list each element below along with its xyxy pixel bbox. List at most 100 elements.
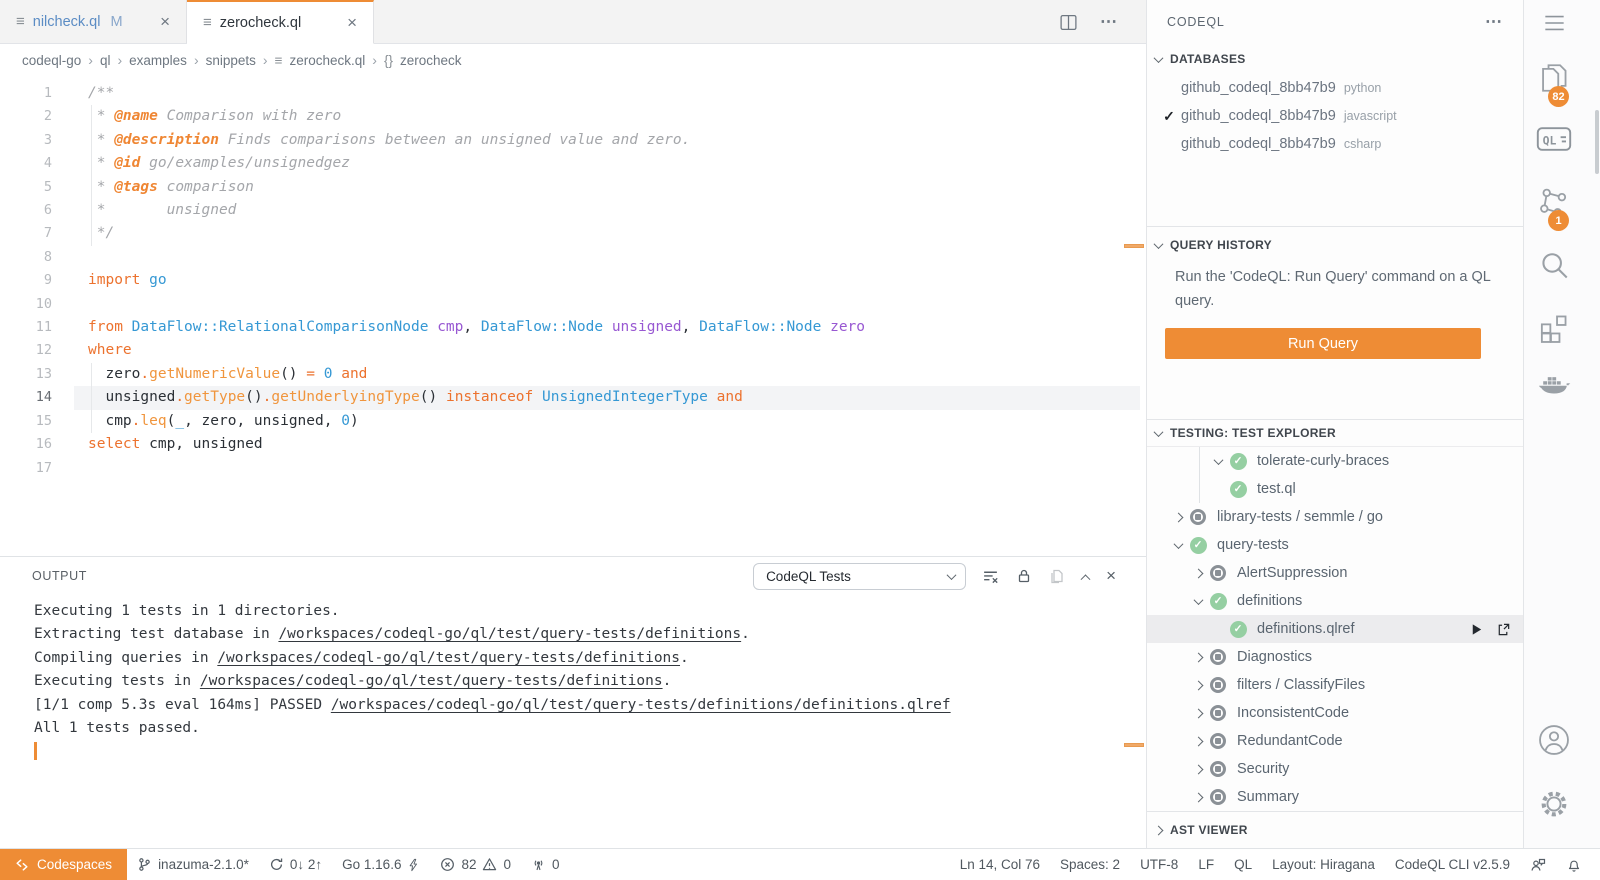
- split-editor-icon[interactable]: [1059, 13, 1078, 32]
- code-line: */: [88, 222, 865, 245]
- database-item[interactable]: ✓github_codeql_8bb47b9javascript: [1147, 102, 1523, 130]
- test-tree-label: Security: [1237, 761, 1289, 777]
- run-test-icon[interactable]: [1469, 622, 1484, 637]
- docker-icon[interactable]: [1524, 372, 1584, 402]
- tab-zerocheck[interactable]: ≡ zerocheck.ql ×: [187, 0, 374, 44]
- breadcrumb-item[interactable]: codeql-go: [22, 53, 81, 68]
- test-tree-item[interactable]: RedundantCode: [1147, 727, 1523, 755]
- test-tree-item[interactable]: AlertSuppression: [1147, 559, 1523, 587]
- code-editor[interactable]: 1234567891011121314151617 /** * @name Co…: [0, 76, 1146, 556]
- status-item-ports[interactable]: 0: [521, 849, 570, 880]
- query-history-message: Run the 'CodeQL: Run Query' command on a…: [1175, 265, 1497, 313]
- output-channel-select[interactable]: CodeQL Tests: [753, 563, 966, 590]
- test-tree-item[interactable]: Summary: [1147, 783, 1523, 811]
- breadcrumb-item[interactable]: snippets: [206, 53, 256, 68]
- test-passed-icon: ✓: [1189, 536, 1207, 554]
- test-tree-item[interactable]: library-tests / semmle / go: [1147, 503, 1523, 531]
- database-name: github_codeql_8bb47b9: [1181, 80, 1336, 96]
- close-panel-icon[interactable]: ×: [1106, 566, 1116, 586]
- status-item-notifications[interactable]: [1556, 849, 1592, 880]
- tab-nilcheck[interactable]: ≡ nilcheck.ql M ×: [0, 0, 187, 43]
- maximize-panel-icon[interactable]: [1081, 574, 1091, 584]
- breadcrumb-item[interactable]: zerocheck.ql: [289, 53, 365, 68]
- open-log-file-icon[interactable]: [1049, 568, 1065, 584]
- menu-icon[interactable]: [1524, 12, 1584, 34]
- test-tree-item[interactable]: ✓tolerate-curly-braces: [1147, 447, 1523, 475]
- status-item-git-branch[interactable]: inazuma-2.1.0*: [127, 849, 259, 880]
- branch-icon: [137, 857, 152, 872]
- text-cursor: [34, 742, 37, 760]
- run-query-button[interactable]: Run Query: [1165, 328, 1481, 359]
- chevron-right-icon[interactable]: [1187, 766, 1209, 773]
- test-tree-item[interactable]: ✓test.ql: [1147, 475, 1523, 503]
- sidebar-scrollbar[interactable]: [1595, 110, 1599, 174]
- output-cursor-line: [34, 740, 1146, 763]
- test-tree-item[interactable]: InconsistentCode: [1147, 699, 1523, 727]
- status-item-go-version[interactable]: Go 1.16.6: [332, 849, 430, 880]
- query-results-icon[interactable]: 82: [1524, 60, 1584, 101]
- clear-output-icon[interactable]: [982, 568, 999, 585]
- chevron-right-icon[interactable]: [1167, 514, 1189, 521]
- breadcrumb-separator: ›: [117, 52, 122, 68]
- goto-test-icon[interactable]: [1496, 622, 1511, 637]
- code-line: select cmp, unsigned: [88, 433, 865, 456]
- status-item-cursor-position[interactable]: Ln 14, Col 76: [950, 849, 1050, 880]
- test-unrun-icon: [1189, 508, 1207, 526]
- status-item-git-sync[interactable]: 0↓ 2↑: [259, 849, 332, 880]
- status-item-feedback[interactable]: [1520, 849, 1556, 880]
- chevron-down-icon[interactable]: [1167, 542, 1189, 549]
- line-number: 7: [0, 222, 52, 245]
- status-item-codespaces[interactable]: Codespaces: [0, 849, 127, 880]
- chevron-down-icon[interactable]: [1187, 598, 1209, 605]
- test-tree-item[interactable]: ✓definitions.qlref: [1147, 615, 1523, 643]
- test-tree-item[interactable]: Diagnostics: [1147, 643, 1523, 671]
- more-actions-icon[interactable]: ⋯: [1485, 12, 1503, 32]
- output-content[interactable]: Executing 1 tests in 1 directories.Extra…: [0, 595, 1146, 764]
- status-label: inazuma-2.1.0*: [158, 857, 249, 872]
- database-item[interactable]: github_codeql_8bb47b9 python: [1147, 74, 1523, 102]
- status-item-language-mode[interactable]: QL: [1224, 849, 1262, 880]
- chevron-down-icon[interactable]: [1207, 458, 1229, 465]
- database-language: python: [1344, 81, 1382, 95]
- codeql-sidebar: CODEQL ⋯ DATABASES github_codeql_8bb47b9…: [1146, 0, 1523, 848]
- test-explorer-header[interactable]: TESTING: TEST EXPLORER: [1147, 420, 1523, 447]
- chevron-right-icon[interactable]: [1187, 710, 1209, 717]
- chevron-right-icon[interactable]: [1187, 570, 1209, 577]
- breadcrumb-item[interactable]: ql: [100, 53, 111, 68]
- breadcrumb-item[interactable]: zerocheck: [400, 53, 462, 68]
- chevron-right-icon[interactable]: [1187, 682, 1209, 689]
- source-control-icon[interactable]: 1: [1524, 184, 1584, 225]
- test-tree-item[interactable]: Security: [1147, 755, 1523, 783]
- status-item-keyboard-layout[interactable]: Layout: Hiragana: [1262, 849, 1385, 880]
- chevron-right-icon[interactable]: [1187, 654, 1209, 661]
- extensions-icon[interactable]: [1524, 310, 1584, 346]
- status-item-problems[interactable]: 820: [430, 849, 521, 880]
- editor-actions: ⋯: [1059, 0, 1118, 44]
- ast-viewer-header[interactable]: AST VIEWER: [1147, 812, 1523, 848]
- close-icon[interactable]: ×: [160, 13, 170, 30]
- lock-icon[interactable]: [1016, 568, 1032, 584]
- account-icon[interactable]: [1524, 722, 1584, 758]
- status-item-codeql-cli-version[interactable]: CodeQL CLI v2.5.9: [1385, 849, 1520, 880]
- breadcrumb[interactable]: codeql-go›ql›examples›snippets›≡zerochec…: [0, 44, 1146, 76]
- close-icon[interactable]: ×: [347, 14, 357, 31]
- databases-header[interactable]: DATABASES: [1147, 44, 1523, 74]
- test-tree-item[interactable]: filters / ClassifyFiles: [1147, 671, 1523, 699]
- query-history-header[interactable]: QUERY HISTORY: [1147, 227, 1523, 263]
- chevron-right-icon[interactable]: [1187, 794, 1209, 801]
- database-item[interactable]: github_codeql_8bb47b9csharp: [1147, 130, 1523, 158]
- status-item-indentation[interactable]: Spaces: 2: [1050, 849, 1130, 880]
- line-number: 6: [0, 199, 52, 222]
- status-item-eol[interactable]: LF: [1188, 849, 1224, 880]
- chevron-right-icon[interactable]: [1187, 738, 1209, 745]
- output-panel-title: OUTPUT: [32, 569, 87, 583]
- more-actions-icon[interactable]: ⋯: [1100, 12, 1118, 32]
- breadcrumb-item[interactable]: examples: [129, 53, 187, 68]
- test-tree-item[interactable]: ✓query-tests: [1147, 531, 1523, 559]
- test-tree-item[interactable]: ✓definitions: [1147, 587, 1523, 615]
- search-icon[interactable]: [1524, 248, 1584, 284]
- gear-icon[interactable]: [1524, 786, 1584, 822]
- code-line: import go: [88, 269, 865, 292]
- status-item-encoding[interactable]: UTF-8: [1130, 849, 1188, 880]
- codeql-view-icon[interactable]: QL: [1524, 124, 1584, 154]
